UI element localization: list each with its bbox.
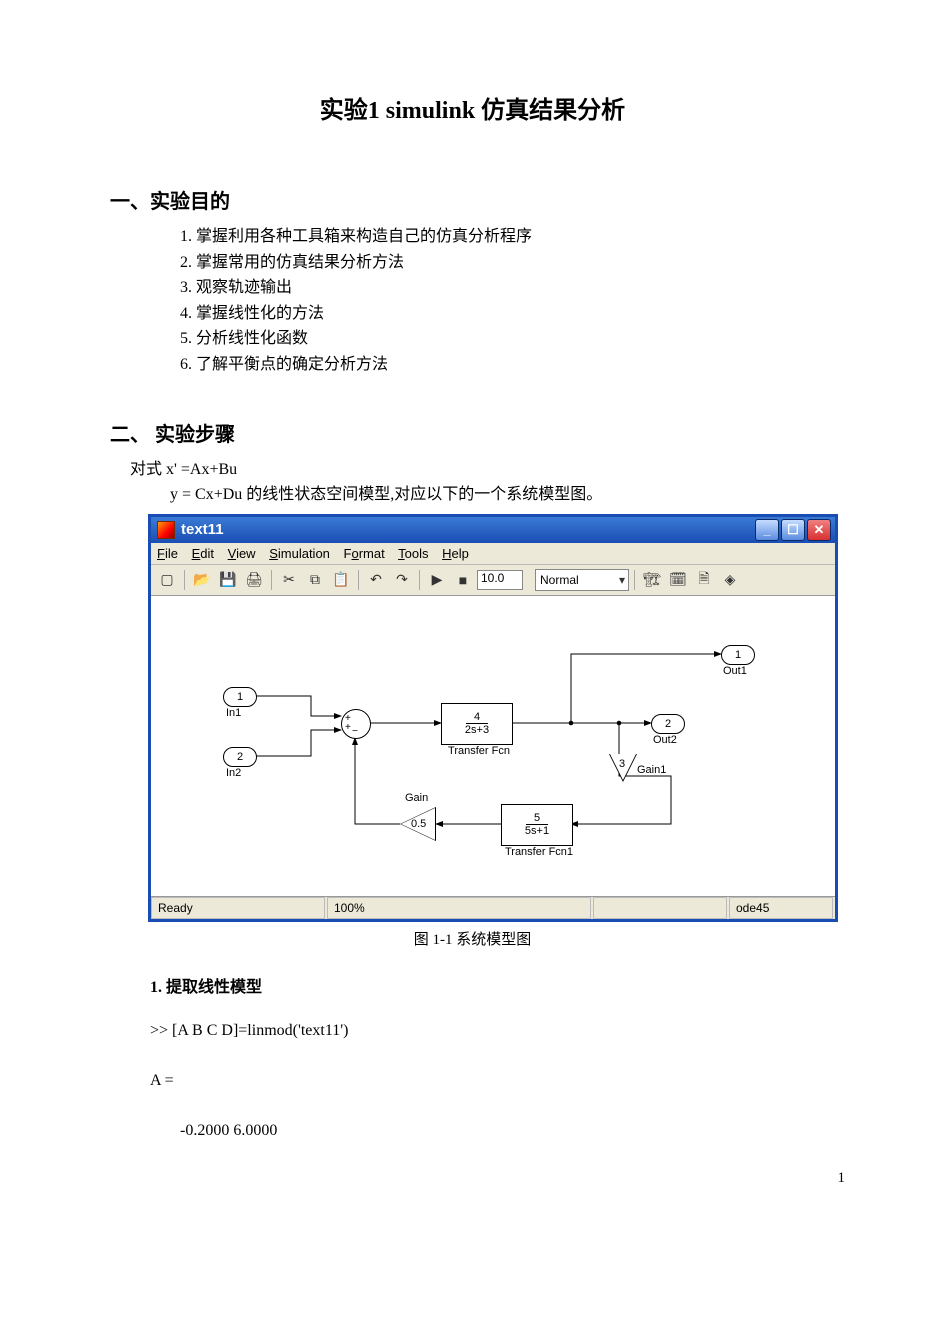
toolbar-icon[interactable]: 🏗 xyxy=(640,568,664,592)
list-item: 4. 掌握线性化的方法 xyxy=(180,301,835,327)
close-button[interactable]: ✕ xyxy=(807,519,831,541)
gain1-label: Gain1 xyxy=(637,764,666,776)
in1-port[interactable]: 1 xyxy=(223,687,257,707)
menubar: File Edit View Simulation Format Tools H… xyxy=(151,543,835,565)
port-number: 1 xyxy=(735,649,741,661)
out2-label: Out2 xyxy=(653,734,677,746)
menu-help[interactable]: Help xyxy=(442,546,469,561)
tf-denominator: 2s+3 xyxy=(459,724,495,736)
in2-port[interactable]: 2 xyxy=(223,747,257,767)
equation-block: 对式 x' =Ax+Bu y = Cx+Du 的线性状态空间模型,对应以下的一个… xyxy=(130,457,835,508)
tf1-label: Transfer Fcn1 xyxy=(501,846,577,858)
app-icon xyxy=(157,521,175,539)
equation-line: y = Cx+Du 的线性状态空间模型,对应以下的一个系统模型图。 xyxy=(170,482,835,508)
minimize-button[interactable]: _ xyxy=(755,519,779,541)
mode-select[interactable]: Normal xyxy=(535,569,629,591)
menu-format[interactable]: Format xyxy=(344,546,385,561)
in2-label: In2 xyxy=(226,767,241,779)
tf1-denominator: 5s+1 xyxy=(519,825,555,837)
page-title: 实验1 simulink 仿真结果分析 xyxy=(110,90,835,125)
toolbar: ▢ 📂 💾 🖨 ✂ ⧉ 📋 ↶ ↷ ▶ ■ 10.0 Normal 🏗 xyxy=(151,565,835,596)
toolbar-icon[interactable]: 🗓 xyxy=(666,568,690,592)
copy-icon[interactable]: ⧉ xyxy=(303,568,327,592)
toolbar-icon[interactable]: 🗎 xyxy=(692,568,716,592)
out2-port[interactable]: 2 xyxy=(651,714,685,734)
list-item: 6. 了解平衡点的确定分析方法 xyxy=(180,352,835,378)
transfer-fcn1-block[interactable]: 5 5s+1 xyxy=(501,804,573,846)
status-zoom: 100% xyxy=(327,897,591,919)
matlab-output: >> [A B C D]=linmod('text11') A = -0.200… xyxy=(150,1015,835,1147)
open-icon[interactable]: 📂 xyxy=(190,568,214,592)
list-item: 1. 掌握利用各种工具箱来构造自己的仿真分析程序 xyxy=(180,224,835,250)
list-item: 5. 分析线性化函数 xyxy=(180,326,835,352)
code-line: -0.2000 6.0000 xyxy=(180,1115,835,1147)
objectives-list: 1. 掌握利用各种工具箱来构造自己的仿真分析程序 2. 掌握常用的仿真结果分析方… xyxy=(180,224,835,378)
menu-simulation[interactable]: Simulation xyxy=(269,546,330,561)
transfer-fcn-block[interactable]: 4 2s+3 xyxy=(441,703,513,745)
in1-label: In1 xyxy=(226,707,241,719)
port-number: 2 xyxy=(665,718,671,730)
tf-label: Transfer Fcn xyxy=(444,745,514,757)
play-icon[interactable]: ▶ xyxy=(425,568,449,592)
tf-numerator: 4 xyxy=(466,711,488,724)
port-number: 2 xyxy=(237,751,243,763)
sum-block[interactable]: + + − xyxy=(341,709,371,739)
model-canvas[interactable]: 1 In1 2 In2 + + − 4 2s+3 Transfer Fcn xyxy=(151,596,835,897)
stop-icon[interactable]: ■ xyxy=(451,568,475,592)
statusbar: Ready 100% ode45 xyxy=(151,897,835,919)
gain1-value: 3 xyxy=(619,758,625,770)
gain-value: 0.5 xyxy=(411,818,426,830)
status-blank xyxy=(593,897,727,919)
menu-file[interactable]: File xyxy=(157,546,178,561)
status-solver: ode45 xyxy=(729,897,833,919)
section1-heading: 一、实验目的 xyxy=(110,185,835,214)
simulink-window: text11 _ ☐ ✕ File Edit View Simulation F… xyxy=(148,514,838,922)
port-number: 1 xyxy=(237,691,243,703)
save-icon[interactable]: 💾 xyxy=(216,568,240,592)
list-item: 2. 掌握常用的仿真结果分析方法 xyxy=(180,250,835,276)
redo-icon[interactable]: ↷ xyxy=(390,568,414,592)
page-number: 1 xyxy=(838,1170,846,1187)
print-icon[interactable]: 🖨 xyxy=(242,568,266,592)
window-title: text11 xyxy=(181,521,224,538)
undo-icon[interactable]: ↶ xyxy=(364,568,388,592)
menu-edit[interactable]: Edit xyxy=(192,546,214,561)
figure-caption: 图 1-1 系统模型图 xyxy=(110,928,835,949)
status-ready: Ready xyxy=(151,897,325,919)
maximize-button[interactable]: ☐ xyxy=(781,519,805,541)
subsection-heading: 1. 提取线性模型 xyxy=(150,973,835,997)
toolbar-icon[interactable]: ◈ xyxy=(718,568,742,592)
equation-line: 对式 x' =Ax+Bu xyxy=(130,457,835,483)
gain-label: Gain xyxy=(405,792,428,804)
code-line: >> [A B C D]=linmod('text11') xyxy=(150,1015,835,1047)
section2-heading: 二、 实验步骤 xyxy=(110,418,835,447)
mode-label: Normal xyxy=(540,573,579,587)
new-icon[interactable]: ▢ xyxy=(155,568,179,592)
out1-label: Out1 xyxy=(723,665,747,677)
out1-port[interactable]: 1 xyxy=(721,645,755,665)
menu-view[interactable]: View xyxy=(228,546,256,561)
paste-icon[interactable]: 📋 xyxy=(329,568,353,592)
tf1-numerator: 5 xyxy=(526,812,548,825)
cut-icon[interactable]: ✂ xyxy=(277,568,301,592)
code-line: A = xyxy=(150,1065,835,1097)
menu-tools[interactable]: Tools xyxy=(398,546,428,561)
list-item: 3. 观察轨迹输出 xyxy=(180,275,835,301)
stop-time-field[interactable]: 10.0 xyxy=(477,570,523,590)
window-titlebar[interactable]: text11 _ ☐ ✕ xyxy=(151,517,835,543)
